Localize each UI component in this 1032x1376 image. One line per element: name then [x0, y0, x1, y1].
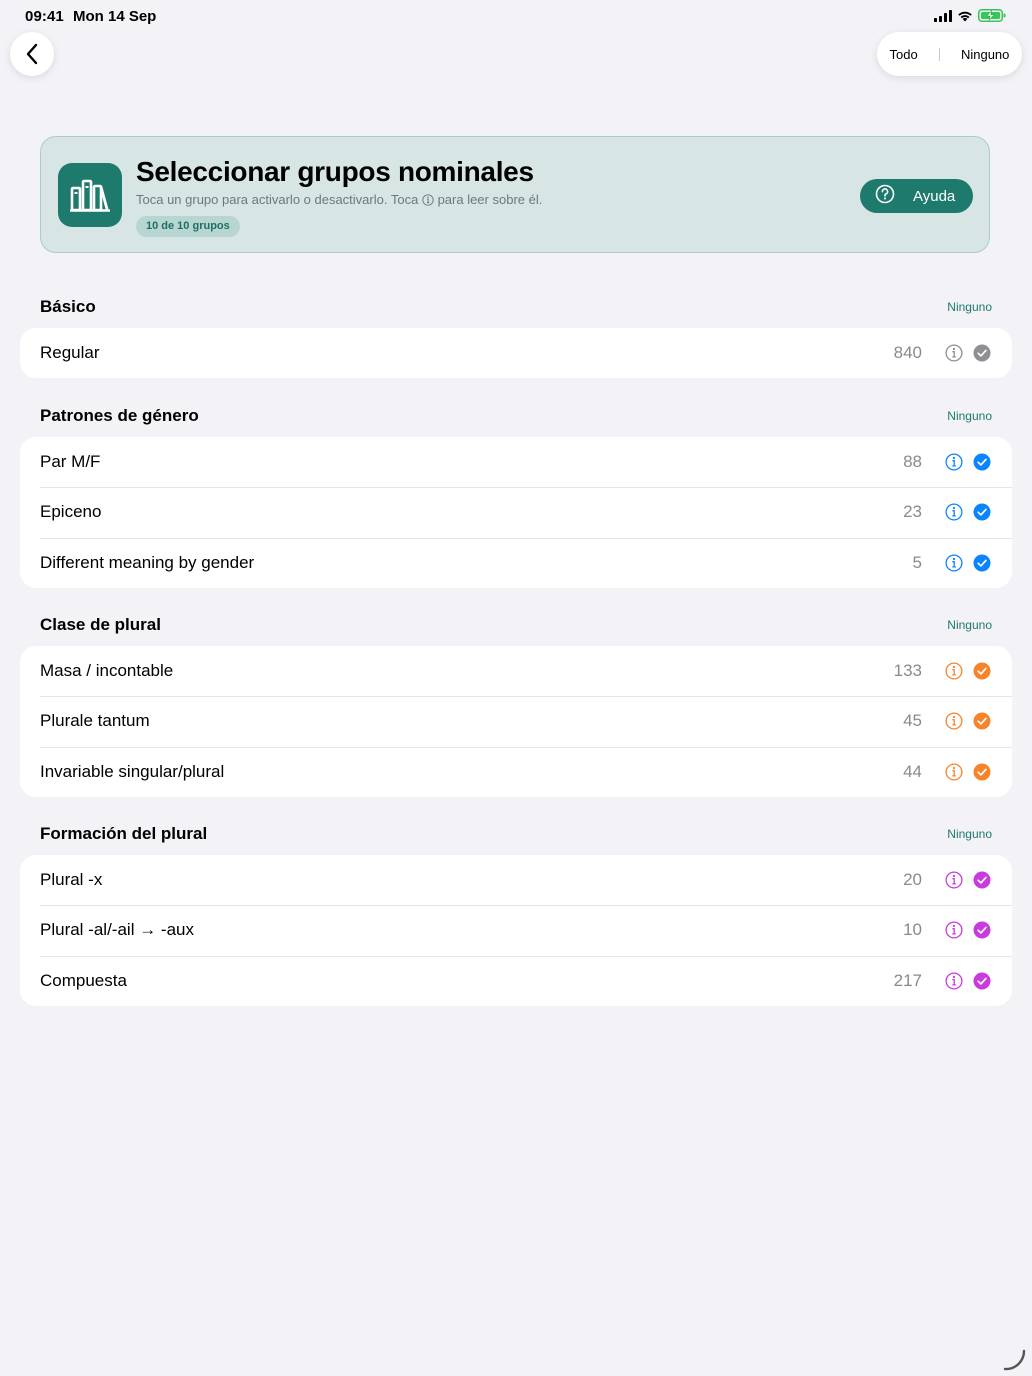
group-count: 23	[903, 502, 922, 522]
subtitle-text-before: Toca un grupo para activarlo o desactiva…	[136, 192, 419, 207]
info-icon[interactable]	[945, 712, 963, 730]
group-label: Plural -al/-ail → -aux	[40, 920, 194, 940]
group-label: Masa / incontable	[40, 661, 174, 680]
select-all-none-control: Todo Ninguno	[877, 32, 1022, 76]
section-header: Clase de plural Ninguno	[40, 615, 992, 639]
group-row[interactable]: Masa / incontable 133	[20, 646, 1012, 696]
group-count: 840	[893, 343, 922, 362]
cellular-signal-icon	[934, 9, 952, 22]
battery-charging-icon	[978, 9, 1006, 22]
section-title: Patrones de género	[40, 406, 199, 425]
info-icon[interactable]	[945, 763, 963, 781]
section-header: Básico Ninguno	[40, 297, 992, 321]
status-time: 09:41	[25, 8, 64, 25]
group-list: Par M/F 88 Epiceno 23 Different meaning by g…	[20, 437, 1012, 589]
select-all-button[interactable]: Todo	[886, 41, 922, 68]
info-icon[interactable]	[945, 344, 963, 362]
section-header: Patrones de género Ninguno	[40, 406, 992, 430]
subtitle-text-after: para leer sobre él.	[437, 192, 543, 207]
status-bar: 09:41 Mon 14 Sep	[0, 0, 1032, 32]
back-button[interactable]	[10, 32, 54, 76]
group-label: Plurale tantum	[40, 711, 150, 731]
wifi-icon	[958, 11, 972, 21]
checkmark-circle-icon[interactable]	[973, 453, 991, 471]
info-icon[interactable]	[945, 503, 963, 521]
page-subtitle: Toca un grupo para activarlo o desactiva…	[136, 192, 542, 209]
divider	[938, 47, 940, 61]
group-row[interactable]: Regular 840	[20, 328, 1012, 378]
group-count: 20	[903, 870, 922, 889]
help-button[interactable]: Ayuda	[860, 179, 973, 213]
group-count: 45	[903, 711, 922, 731]
status-date: Mon 14 Sep	[73, 8, 157, 25]
page-title: Seleccionar grupos nominales	[136, 156, 534, 187]
info-icon	[422, 194, 434, 209]
group-label: Invariable singular/plural	[40, 761, 225, 781]
header-card: Seleccionar grupos nominales Toca un gru…	[40, 136, 990, 253]
chevron-left-icon	[26, 43, 38, 65]
group-label: Plural -x	[40, 870, 103, 889]
select-none-button[interactable]: Ninguno	[957, 41, 1013, 68]
group-list: Regular 840	[20, 328, 1012, 379]
info-icon[interactable]	[945, 871, 963, 889]
status-icons	[934, 9, 1006, 22]
checkmark-circle-icon[interactable]	[973, 712, 991, 730]
info-icon[interactable]	[945, 921, 963, 939]
group-label: Regular	[40, 343, 100, 362]
group-row[interactable]: Par M/F 88	[20, 437, 1012, 487]
group-row[interactable]: Plural -al/-ail → -aux 10	[20, 905, 1012, 955]
question-circle-icon	[875, 184, 895, 209]
section-header: Formación del plural Ninguno	[40, 824, 992, 848]
section-title: Básico	[40, 297, 96, 316]
group-row[interactable]: Compuesta 217	[20, 955, 1012, 1006]
info-icon[interactable]	[945, 554, 963, 572]
info-icon[interactable]	[945, 972, 963, 990]
books-icon	[58, 163, 122, 227]
section-none-button[interactable]: Ninguno	[947, 827, 992, 841]
group-list: Plural -x 20 Plural -al/-ail → -aux 10 Compu…	[20, 855, 1012, 1007]
checkmark-circle-icon[interactable]	[973, 344, 991, 362]
group-count: 44	[903, 761, 922, 781]
group-row[interactable]: Plurale tantum 45	[20, 696, 1012, 746]
group-label: Compuesta	[40, 970, 127, 990]
group-label: Par M/F	[40, 452, 101, 471]
section-none-button[interactable]: Ninguno	[947, 409, 992, 423]
group-label: Different meaning by gender	[40, 552, 255, 572]
help-label: Ayuda	[913, 187, 956, 205]
corner-indicator-icon	[1003, 1349, 1026, 1371]
group-count: 10	[903, 920, 922, 940]
checkmark-circle-icon[interactable]	[973, 763, 991, 781]
selection-count-badge: 10 de 10 grupos	[136, 216, 240, 237]
group-count: 5	[912, 552, 922, 572]
group-count: 133	[893, 661, 922, 680]
group-count: 88	[903, 452, 922, 471]
group-list: Masa / incontable 133 Plurale tantum 45 Inva…	[20, 646, 1012, 798]
section-none-button[interactable]: Ninguno	[947, 618, 992, 632]
section-title: Formación del plural	[40, 824, 208, 843]
checkmark-circle-icon[interactable]	[973, 972, 991, 990]
group-label: Epiceno	[40, 502, 102, 522]
checkmark-circle-icon[interactable]	[973, 871, 991, 889]
section-title: Clase de plural	[40, 615, 161, 634]
group-row[interactable]: Epiceno 23	[20, 487, 1012, 537]
checkmark-circle-icon[interactable]	[973, 921, 991, 939]
group-row[interactable]: Invariable singular/plural 44	[20, 746, 1012, 797]
group-row[interactable]: Plural -x 20	[20, 855, 1012, 905]
section-none-button[interactable]: Ninguno	[947, 300, 992, 314]
checkmark-circle-icon[interactable]	[973, 662, 991, 680]
info-icon[interactable]	[945, 453, 963, 471]
checkmark-circle-icon[interactable]	[973, 503, 991, 521]
group-count: 217	[893, 970, 922, 990]
checkmark-circle-icon[interactable]	[973, 554, 991, 572]
group-row[interactable]: Different meaning by gender 5	[20, 537, 1012, 588]
info-icon[interactable]	[945, 662, 963, 680]
